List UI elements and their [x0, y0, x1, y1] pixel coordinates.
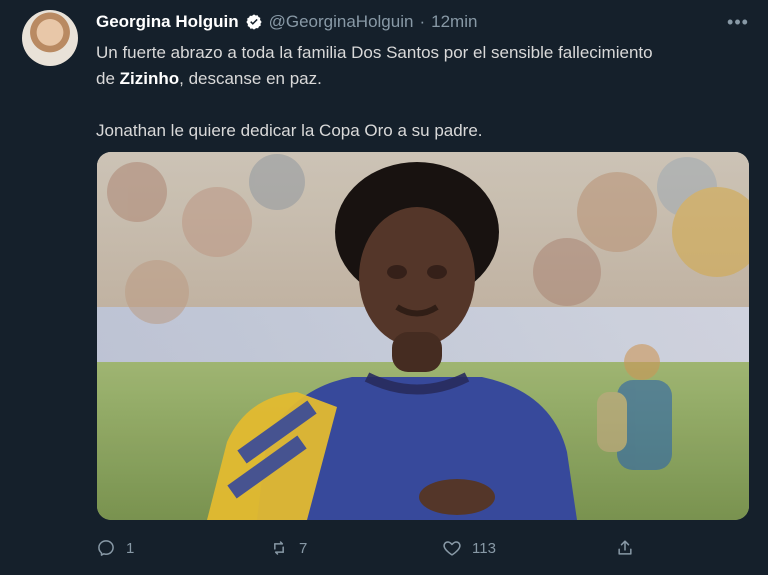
- soccer-player-image: [97, 152, 749, 520]
- tweet: Georgina Holguin @GeorginaHolguin · 12mi…: [0, 0, 768, 575]
- reply-icon: [98, 540, 114, 556]
- tweet-text-paragraph2: Jonathan le quiere dedicar la Copa Oro a…: [96, 121, 483, 140]
- share-button[interactable]: [615, 538, 635, 558]
- author-handle[interactable]: @GeorginaHolguin: [269, 12, 414, 32]
- tweet-text-line-1: Un fuerte abrazo a toda la familia Dos S…: [96, 40, 746, 66]
- tweet-text-bold-name: Zizinho: [119, 69, 180, 88]
- like-button[interactable]: 113: [442, 538, 615, 558]
- author-name[interactable]: Georgina Holguin: [96, 12, 239, 32]
- retweet-icon: [274, 541, 284, 555]
- reply-count: 1: [126, 539, 135, 557]
- separator: ·: [419, 12, 426, 31]
- verified-badge-icon: [245, 13, 263, 31]
- retweet-button[interactable]: 7: [269, 538, 442, 558]
- timestamp[interactable]: 12min: [431, 12, 477, 32]
- tweet-photo[interactable]: [97, 152, 749, 520]
- heart-icon: [443, 541, 461, 556]
- tweet-text: Un fuerte abrazo a toda la familia Dos S…: [96, 40, 746, 144]
- tweet-text-line-2: de Zizinho, descanse en paz.: [96, 66, 746, 92]
- more-icon[interactable]: •••: [726, 10, 750, 34]
- like-count: 113: [472, 539, 496, 557]
- tweet-text-line2-suffix: , descanse en paz.: [179, 69, 322, 88]
- tweet-actions: 1 7 113: [96, 535, 648, 561]
- tweet-text-line2-prefix: de: [96, 69, 120, 88]
- tweet-header: Georgina Holguin @GeorginaHolguin · 12mi…: [96, 10, 477, 34]
- tweet-text-paragraph-2: Jonathan le quiere dedicar la Copa Oro a…: [96, 118, 746, 144]
- retweet-count: 7: [299, 539, 308, 557]
- share-icon: [618, 540, 632, 555]
- tweet-text-line1: Un fuerte abrazo a toda la familia Dos S…: [96, 43, 653, 62]
- reply-button[interactable]: 1: [96, 538, 269, 558]
- avatar[interactable]: [22, 10, 78, 66]
